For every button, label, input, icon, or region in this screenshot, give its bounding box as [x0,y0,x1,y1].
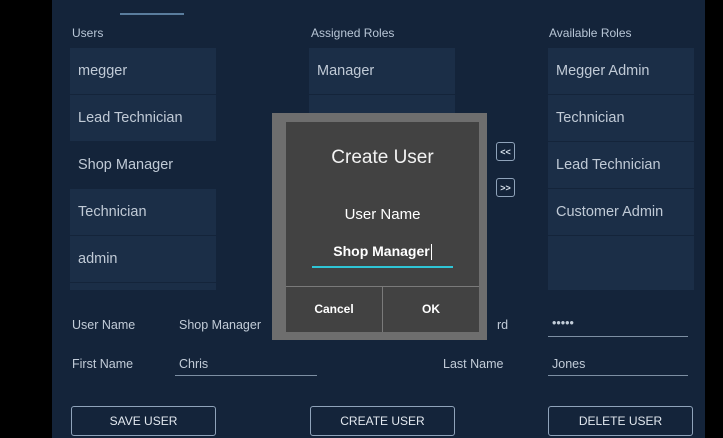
user-item-selected[interactable]: Shop Manager [70,142,216,189]
assigned-roles-column-label: Assigned Roles [311,26,395,40]
tab-indicator [120,13,184,15]
last-name-field[interactable]: Jones [552,357,585,371]
dialog-field-label: User Name [344,206,421,223]
dialog-user-name-input[interactable]: Shop Manager [312,239,453,265]
dialog-cancel-button[interactable]: Cancel [286,286,382,332]
available-role-item[interactable]: Customer Admin [548,189,694,236]
dialog-input-text: Shop Manager [333,243,430,259]
delete-user-button[interactable]: DELETE USER [548,406,693,436]
save-user-button[interactable]: SAVE USER [71,406,216,436]
user-name-label: User Name [72,318,136,332]
last-name-underline [548,375,688,376]
dialog-ok-button[interactable]: OK [383,286,479,332]
create-user-button[interactable]: CREATE USER [310,406,455,436]
assigned-role-item[interactable]: Manager [309,48,455,95]
first-name-field[interactable]: Chris [179,357,208,371]
user-item[interactable]: admin [70,236,216,283]
users-column-label: Users [72,26,104,40]
user-item[interactable]: Lead Technician [70,95,216,142]
available-roles-list[interactable]: Megger Admin Technician Lead Technician … [548,48,694,290]
user-name-field[interactable]: Shop Manager [179,318,261,332]
add-role-button[interactable]: >> [496,178,515,197]
create-user-dialog: Create User User Name Shop Manager Cance… [286,122,479,332]
dialog-input-underline [312,266,453,268]
first-name-label: First Name [72,357,134,371]
available-role-item[interactable]: Technician [548,95,694,142]
first-name-underline [175,375,317,376]
available-role-item[interactable]: Lead Technician [548,142,694,189]
remove-role-button[interactable]: << [496,142,515,161]
password-underline [548,336,688,337]
users-list[interactable]: megger Lead Technician Shop Manager Tech… [70,48,216,290]
password-label: rd [497,318,509,332]
dialog-title: Create User [331,147,434,168]
user-item[interactable]: megger [70,48,216,95]
password-field[interactable]: ••••• [552,316,574,330]
user-item[interactable]: Technician [70,189,216,236]
last-name-label: Last Name [443,357,504,371]
available-role-item[interactable]: Megger Admin [548,48,694,95]
available-roles-column-label: Available Roles [549,26,632,40]
text-cursor [430,244,432,261]
